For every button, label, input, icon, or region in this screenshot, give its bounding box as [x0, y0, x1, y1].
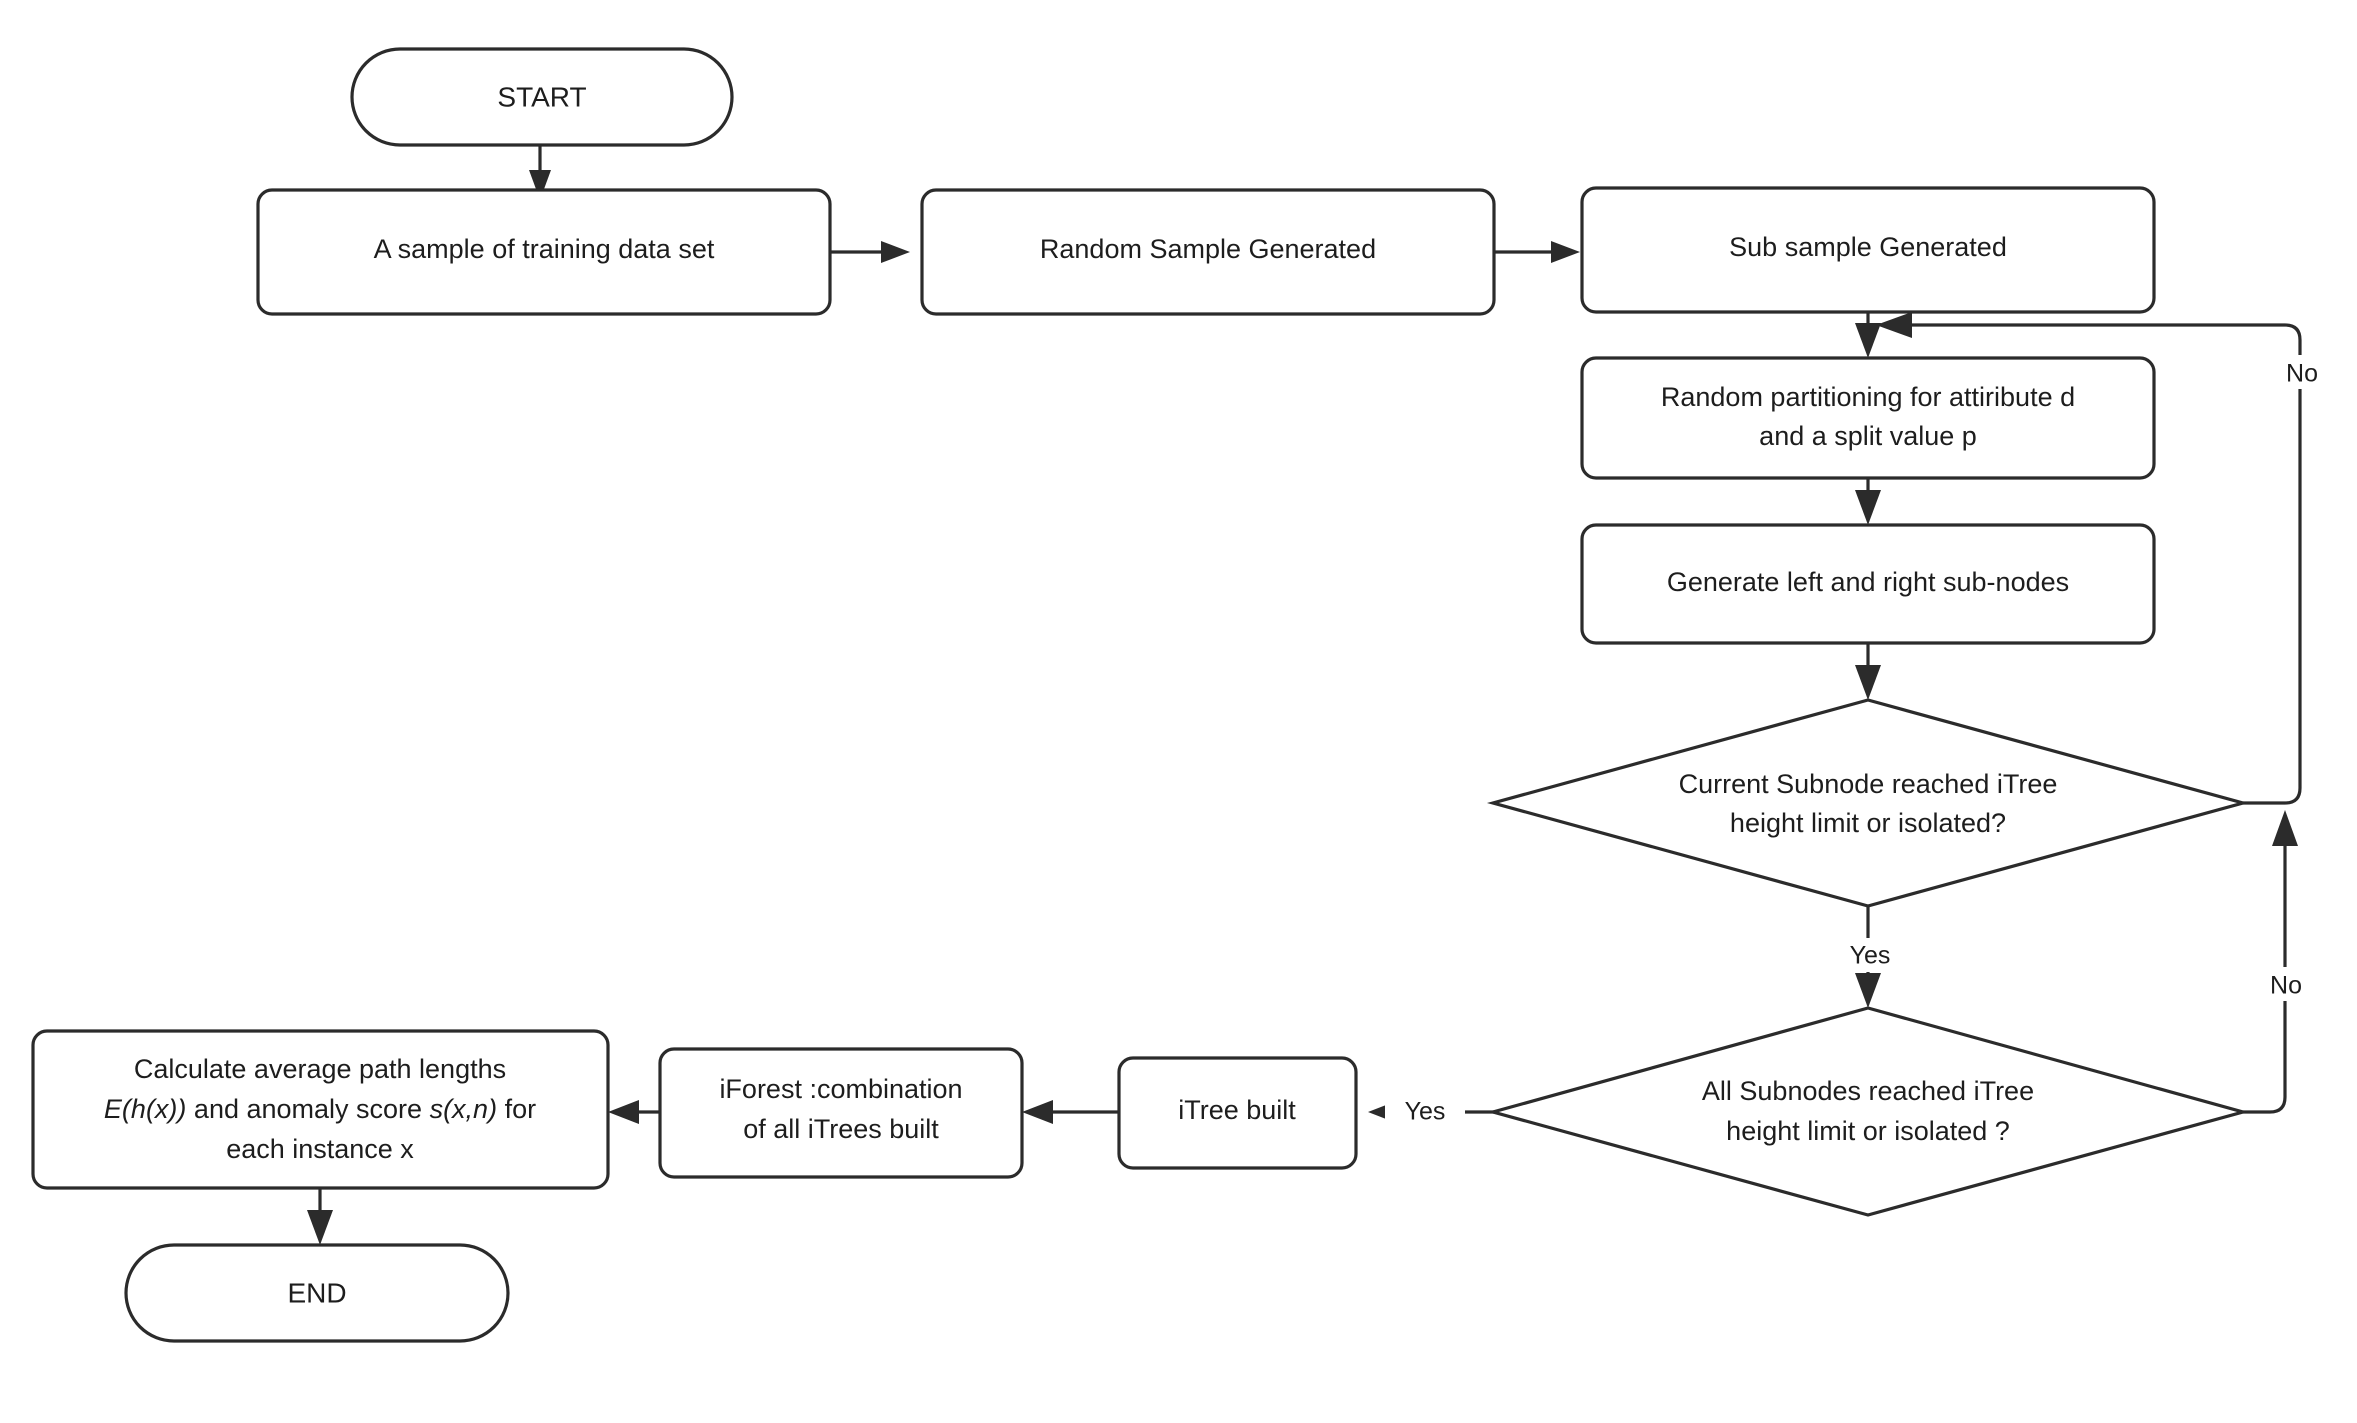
edge-calculate-to-end: [307, 1188, 333, 1245]
node-decision-2-line-2: height limit or isolated ?: [1726, 1116, 2010, 1146]
node-training-sample[interactable]: A sample of training data set: [256, 188, 832, 316]
edge-label-decision-1-yes: Yes: [1833, 938, 1907, 972]
node-decision-current-subnode[interactable]: Current Subnode reached iTree height lim…: [1486, 698, 2250, 908]
node-random-sample-label: Random Sample Generated: [1040, 234, 1376, 264]
node-decision-all-subnodes[interactable]: All Subnodes reached iTree height limit …: [1486, 1006, 2250, 1217]
flowchart-svg: START A sample of training data set Rand…: [31, 47, 2332, 1343]
edge-sub-sample-to-random-partitioning: [1855, 311, 1881, 358]
node-iforest-line-1: iForest :combination: [719, 1074, 962, 1104]
edge-label-decision-2-no-text: No: [2270, 972, 2302, 1000]
node-calculate-line-2-mid: and anomaly score: [186, 1094, 429, 1124]
node-calculate-line-2-end: for: [497, 1094, 536, 1124]
node-decision-1-line-2: height limit or isolated?: [1730, 808, 2006, 838]
node-itree-built[interactable]: iTree built: [1117, 1056, 1358, 1170]
edge-label-decision-1-no-text: No: [2286, 360, 2318, 388]
edge-label-decision-2-yes: Yes: [1385, 1095, 1465, 1129]
node-start[interactable]: START: [350, 47, 734, 147]
node-sub-sample-label: Sub sample Generated: [1729, 232, 2007, 262]
node-random-partitioning-line-2: and a split value p: [1759, 421, 1977, 451]
node-random-partitioning-line-1: Random partitioning for attiribute d: [1661, 382, 2075, 412]
node-start-label: START: [497, 81, 586, 112]
node-random-partitioning[interactable]: Random partitioning for attiribute d and…: [1580, 356, 2156, 480]
edge-label-decision-2-no: No: [2254, 967, 2316, 1001]
node-generate-subnodes-label: Generate left and right sub-nodes: [1667, 567, 2069, 597]
node-sub-sample[interactable]: Sub sample Generated: [1580, 186, 2156, 314]
node-calculate-math-score: s(x,n): [430, 1094, 498, 1124]
node-calculate-math-expectation: E(h(x)): [104, 1094, 187, 1124]
node-end-label: END: [287, 1277, 346, 1308]
node-iforest[interactable]: iForest :combination of all iTrees built: [658, 1047, 1024, 1179]
flowchart-canvas: START A sample of training data set Rand…: [0, 0, 2357, 1423]
edge-iforest-to-calculate: [608, 1100, 660, 1124]
node-itree-built-label: iTree built: [1178, 1095, 1296, 1125]
edge-training-sample-to-random-sample: [830, 241, 910, 263]
node-calculate-anomaly-score[interactable]: Calculate average path lengths E(h(x)) a…: [31, 1029, 610, 1190]
node-end[interactable]: END: [124, 1243, 510, 1343]
edge-itree-built-to-iforest: [1022, 1100, 1119, 1124]
node-random-sample[interactable]: Random Sample Generated: [920, 188, 1496, 316]
node-decision-1-line-1: Current Subnode reached iTree: [1679, 769, 2058, 799]
edge-random-partitioning-to-generate-subnodes: [1855, 477, 1881, 525]
edge-generate-subnodes-to-decision-1: [1855, 641, 1881, 700]
node-calculate-line-1: Calculate average path lengths: [134, 1054, 506, 1084]
node-decision-2-line-1: All Subnodes reached iTree: [1702, 1076, 2034, 1106]
node-calculate-line-3: each instance x: [226, 1134, 414, 1164]
node-training-sample-label: A sample of training data set: [374, 234, 715, 264]
edge-random-sample-to-sub-sample: [1494, 241, 1580, 263]
node-iforest-line-2: of all iTrees built: [743, 1114, 939, 1144]
node-generate-subnodes[interactable]: Generate left and right sub-nodes: [1580, 523, 2156, 645]
edge-label-decision-1-yes-text: Yes: [1850, 942, 1891, 970]
edge-decision-2-no-loop: [2243, 810, 2298, 1114]
node-calculate-line-2: E(h(x)) and anomaly score s(x,n) for: [104, 1094, 536, 1124]
edge-label-decision-2-yes-text: Yes: [1405, 1098, 1446, 1126]
edge-label-decision-1-no: No: [2270, 355, 2332, 389]
